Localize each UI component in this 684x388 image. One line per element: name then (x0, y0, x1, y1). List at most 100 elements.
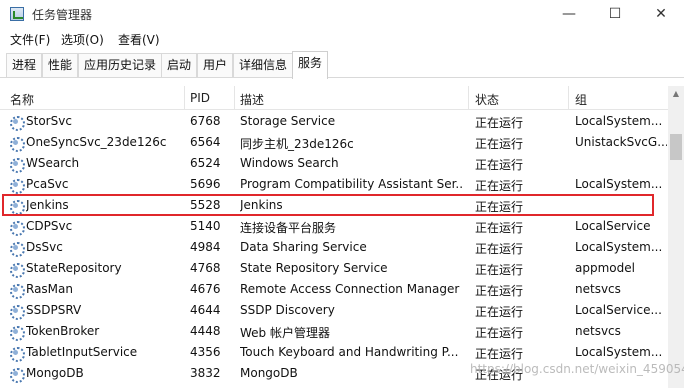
menu-bar: 文件(F) 选项(O) 查看(V) (0, 28, 684, 50)
service-group: LocalService (575, 219, 651, 233)
service-name: RasMan (26, 282, 73, 296)
task-manager-icon (10, 7, 24, 21)
service-group: netsvcs (575, 324, 621, 338)
service-pid: 4644 (190, 303, 221, 317)
service-row[interactable]: StorSvc 6768 Storage Service 正在运行 LocalSyste… (0, 111, 668, 132)
service-row[interactable]: RasMan 4676 Remote Access Connection Manag… (0, 279, 668, 300)
service-description: Remote Access Connection Manager (240, 282, 460, 296)
service-gear-icon (8, 345, 25, 362)
service-row[interactable]: StateRepository 4768 State Repository Serv… (0, 258, 668, 279)
service-row[interactable]: WSearch 6524 Windows Search 正在运行 (0, 153, 668, 174)
menu-options[interactable]: 选项(O) (61, 31, 104, 48)
service-group: netsvcs (575, 282, 621, 296)
service-pid: 6768 (190, 114, 221, 128)
service-pid: 5140 (190, 219, 221, 233)
service-status: 正在运行 (475, 137, 524, 151)
service-description: Program Compatibility Assistant Ser... (240, 177, 462, 191)
tab-startup[interactable]: 启动 (161, 53, 198, 77)
service-row[interactable]: TokenBroker 4448 Web 帐户管理器 正在运行 netsvcs (0, 321, 668, 342)
service-name: CDPSvc (26, 219, 73, 233)
service-group: LocalService... (575, 303, 662, 317)
service-group: LocalSystem... (575, 114, 663, 128)
service-status: 正在运行 (475, 116, 524, 130)
service-description: Touch Keyboard and Handwriting P... (240, 345, 459, 359)
service-status: 正在运行 (475, 284, 524, 298)
tab-services[interactable]: 服务 (292, 51, 329, 79)
service-pid: 4448 (190, 324, 221, 338)
service-row[interactable]: OneSyncSvc_23de126c 6564 同步主机_23de126c 正在运行… (0, 132, 668, 153)
tab-performance[interactable]: 性能 (42, 53, 79, 77)
vertical-scrollbar[interactable]: ▲ (668, 86, 684, 388)
services-list: StorSvc 6768 Storage Service 正在运行 LocalSyste… (0, 111, 668, 388)
service-pid: 4768 (190, 261, 221, 275)
service-description: 连接设备平台服务 (240, 221, 337, 235)
column-pid[interactable]: PID (190, 91, 210, 105)
minimize-button[interactable]: — (546, 0, 592, 28)
service-description: Data Sharing Service (240, 240, 367, 254)
service-pid: 4676 (190, 282, 221, 296)
column-divider[interactable] (568, 86, 569, 110)
service-name: PcaSvc (26, 177, 69, 191)
service-status: 正在运行 (475, 221, 524, 235)
watermark: https://blog.csdn.net/weixin_45905437 (470, 362, 684, 376)
service-name: StorSvc (26, 114, 72, 128)
service-name: MongoDB (26, 366, 84, 380)
service-pid: 4984 (190, 240, 221, 254)
maximize-button[interactable]: ☐ (592, 0, 638, 28)
service-name: TokenBroker (26, 324, 100, 338)
service-status: 正在运行 (475, 326, 524, 340)
service-pid: 5696 (190, 177, 221, 191)
service-name: StateRepository (26, 261, 122, 275)
scroll-up-arrow-icon[interactable]: ▲ (668, 86, 684, 102)
service-status: 正在运行 (475, 263, 524, 277)
menu-view[interactable]: 查看(V) (118, 31, 160, 48)
column-name[interactable]: 名称 (10, 91, 34, 108)
column-header: 名称 PID 描述 状态 组 (0, 86, 684, 110)
service-pid: 4356 (190, 345, 221, 359)
service-gear-icon (8, 219, 25, 236)
close-button[interactable]: ✕ (638, 0, 684, 28)
service-status: 正在运行 (475, 305, 524, 319)
service-gear-icon (8, 156, 25, 173)
service-name: TabletInputService (26, 345, 138, 359)
column-description[interactable]: 描述 (240, 91, 264, 108)
service-description: State Repository Service (240, 261, 388, 275)
service-description: 同步主机_23de126c (240, 137, 354, 151)
tab-users[interactable]: 用户 (197, 53, 234, 77)
service-name: DsSvc (26, 240, 63, 254)
service-description: Web 帐户管理器 (240, 326, 330, 340)
service-description: Windows Search (240, 156, 339, 170)
column-status[interactable]: 状态 (475, 91, 499, 108)
service-gear-icon (8, 303, 25, 320)
service-name: OneSyncSvc_23de126c (26, 135, 167, 149)
tab-app-history[interactable]: 应用历史记录 (78, 53, 163, 77)
service-status: 正在运行 (475, 347, 524, 361)
service-status: 正在运行 (475, 158, 524, 172)
service-row[interactable]: PcaSvc 5696 Program Compatibility Assistan… (0, 174, 668, 195)
service-name: WSearch (26, 156, 80, 170)
service-row[interactable]: CDPSvc 5140 连接设备平台服务 正在运行 LocalService (0, 216, 668, 237)
tab-details[interactable]: 详细信息 (233, 53, 294, 77)
service-row[interactable]: SSDPSRV 4644 SSDP Discovery 正在运行 LocalServic… (0, 300, 668, 321)
column-group[interactable]: 组 (575, 91, 587, 108)
service-name: SSDPSRV (26, 303, 82, 317)
service-group: LocalSystem... (575, 345, 663, 359)
tab-processes[interactable]: 进程 (6, 53, 43, 77)
service-group: LocalSystem... (575, 177, 663, 191)
service-gear-icon (8, 324, 25, 341)
title-bar: 任务管理器 — ☐ ✕ (0, 0, 684, 28)
window-title: 任务管理器 (32, 8, 93, 22)
service-group: LocalSystem... (575, 240, 663, 254)
service-status: 正在运行 (475, 179, 524, 193)
service-row[interactable]: TabletInputService 4356 Touch Keyboard and… (0, 342, 668, 363)
service-gear-icon (8, 261, 25, 278)
column-divider[interactable] (468, 86, 469, 110)
column-divider[interactable] (234, 86, 235, 110)
service-description: Storage Service (240, 114, 336, 128)
scroll-thumb[interactable] (670, 134, 682, 160)
menu-file[interactable]: 文件(F) (10, 31, 50, 48)
service-pid: 3832 (190, 366, 221, 380)
column-divider[interactable] (184, 86, 185, 110)
service-row[interactable]: DsSvc 4984 Data Sharing Service 正在运行 LocalSy… (0, 237, 668, 258)
highlight-box (2, 194, 654, 216)
